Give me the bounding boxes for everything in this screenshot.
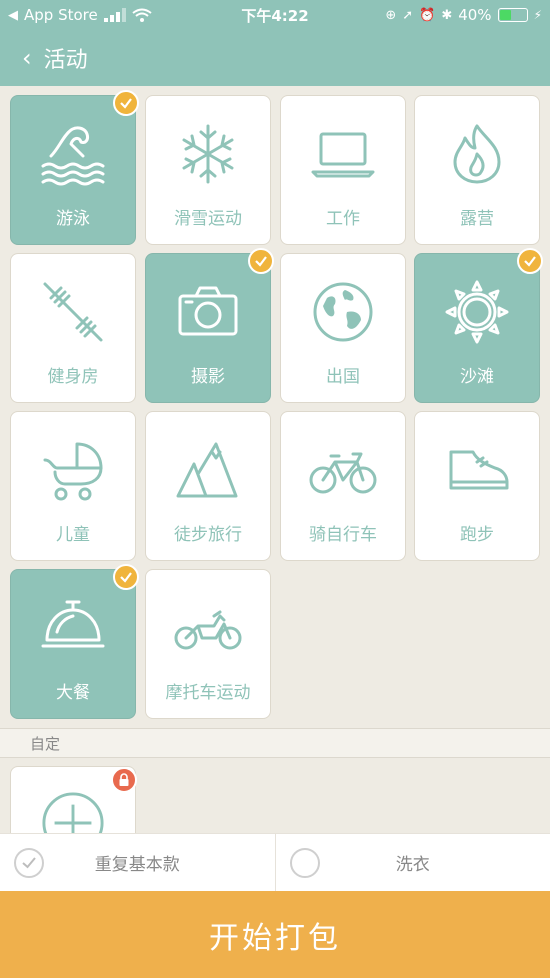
campfire-icon (453, 124, 501, 184)
wifi-icon (132, 8, 152, 22)
activity-label: 徒步旅行 (174, 525, 242, 545)
barbell-icon (43, 282, 103, 342)
laptop-icon (311, 132, 375, 178)
activity-tile[interactable]: 露营 (414, 95, 540, 245)
sun-icon (445, 280, 509, 344)
activity-label: 跑步 (460, 525, 494, 545)
activity-label: 露营 (460, 209, 494, 229)
back-icon[interactable]: ‹ (22, 46, 32, 70)
activity-tile[interactable]: 徒步旅行 (145, 411, 271, 561)
start-packing-button[interactable]: 开始打包 (0, 891, 550, 978)
option-repeat-basics[interactable]: 重复基本款 (0, 834, 275, 891)
signal-icon (103, 8, 126, 22)
section-custom-label: 自定 (0, 728, 550, 758)
activity-label: 滑雪运动 (174, 209, 242, 229)
camera-icon (178, 286, 238, 336)
battery-icon (497, 8, 528, 22)
charging-icon: ⚡ (533, 8, 542, 22)
checkmark-circle-icon[interactable] (14, 847, 44, 878)
option-laundry[interactable]: 洗衣 (274, 834, 550, 891)
lock-icon (111, 767, 137, 793)
options-bar: 重复基本款 洗衣 (0, 833, 550, 891)
activity-tile[interactable]: 大餐 (10, 564, 139, 719)
activity-tile[interactable]: 工作 (280, 95, 406, 245)
activity-label: 大餐 (56, 683, 90, 703)
activity-tile[interactable]: 跑步 (414, 411, 540, 561)
custom-area (0, 758, 550, 856)
activity-tile[interactable]: 儿童 (10, 411, 136, 561)
nav-bar: ‹ 活动 (0, 30, 550, 86)
activity-label: 健身房 (47, 367, 99, 387)
activity-tile[interactable]: 沙滩 (414, 248, 543, 403)
status-left: ◀ App Store (8, 6, 385, 24)
activity-tile[interactable]: 骑自行车 (280, 411, 406, 561)
globe-icon (313, 282, 373, 342)
orientation-lock-icon: ⊕ (385, 7, 397, 23)
snowflake-icon (182, 124, 234, 184)
location-icon: ➚ (402, 7, 414, 23)
checkmark-icon (113, 564, 139, 590)
battery-percent: 40% (458, 6, 492, 24)
activity-label: 游泳 (56, 209, 90, 229)
activity-tile[interactable]: 出国 (280, 253, 406, 403)
checkmark-icon (517, 248, 543, 274)
activity-tile[interactable]: 游泳 (10, 90, 139, 245)
cloche-icon (41, 600, 105, 648)
battery-fill (499, 10, 511, 20)
activity-label: 沙滩 (460, 367, 494, 387)
activity-tile[interactable]: 摄影 (145, 248, 274, 403)
motorcycle-icon (174, 610, 242, 650)
bicycle-icon (309, 452, 377, 494)
activity-label: 摩托车运动 (165, 683, 251, 703)
activity-label: 摄影 (191, 367, 225, 387)
checkmark-icon (248, 248, 274, 274)
activity-tile[interactable]: 滑雪运动 (145, 95, 271, 245)
carrier-label[interactable]: App Store (24, 6, 98, 24)
stroller-icon (43, 442, 103, 501)
checkmark-icon (113, 90, 139, 116)
activity-label: 儿童 (56, 525, 90, 545)
mountain-icon (176, 442, 238, 498)
status-bar: ◀ App Store 下午4:22 ⊕ ➚ ⏰ ✱ 40% ⚡ (0, 0, 550, 30)
alarm-icon: ⏰ (419, 7, 436, 23)
bluetooth-icon: ✱ (441, 7, 453, 23)
swimming-icon (41, 126, 105, 186)
shoe-icon (449, 450, 509, 490)
status-right: ⊕ ➚ ⏰ ✱ 40% ⚡ (385, 6, 542, 24)
activity-label: 工作 (326, 209, 360, 229)
back-to-app-icon[interactable]: ◀ (8, 8, 18, 23)
activity-label: 骑自行车 (309, 525, 377, 545)
activity-label: 出国 (326, 367, 360, 387)
empty-circle-icon[interactable] (289, 847, 320, 878)
page-title: 活动 (43, 48, 88, 73)
activity-tile[interactable]: 健身房 (10, 253, 136, 403)
start-packing-label: 开始打包 (209, 920, 341, 956)
activity-tile[interactable]: 摩托车运动 (145, 569, 271, 719)
